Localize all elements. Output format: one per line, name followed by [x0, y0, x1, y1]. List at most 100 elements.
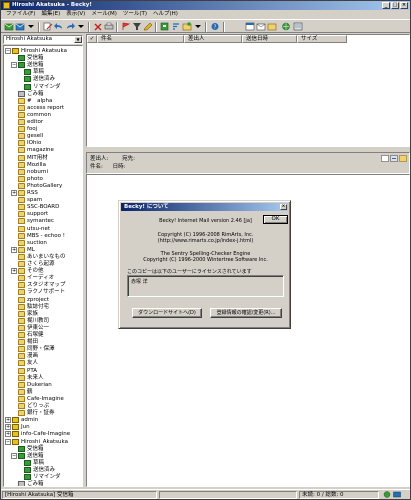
mailbox-icon — [24, 466, 31, 473]
mailbox-icon — [24, 459, 31, 466]
folder-icon — [18, 175, 25, 182]
column-header-subject[interactable]: 件名 — [97, 35, 184, 43]
flag-icon[interactable] — [121, 22, 131, 31]
send-receive-icon[interactable] — [15, 22, 25, 31]
forward-icon[interactable] — [65, 22, 75, 31]
html-view-icon[interactable] — [390, 155, 398, 162]
filter-icon[interactable] — [132, 22, 142, 31]
collapse-icon[interactable]: − — [11, 62, 17, 69]
menu-mail[interactable]: メール(M) — [88, 10, 120, 19]
folder-icon — [18, 403, 25, 409]
download-site-button[interactable]: ダウンロードサイトへ(D) — [132, 308, 202, 318]
folder-icon[interactable] — [267, 22, 277, 31]
folder-icon — [18, 275, 25, 282]
reply-icon[interactable] — [54, 22, 64, 31]
dialog-close-button[interactable]: × — [280, 204, 287, 210]
title-bar[interactable]: Hiroshi Akatsuka - Becky! _ □ × — [1, 1, 410, 10]
folder-icon — [18, 239, 25, 246]
status-mail-icon[interactable] — [393, 491, 401, 498]
menu-view[interactable]: 表示(V) — [63, 10, 88, 19]
column-header-size[interactable]: サイズ — [297, 35, 347, 43]
collapse-icon[interactable]: − — [11, 452, 17, 459]
expand-icon[interactable]: + — [11, 190, 17, 196]
layout-mail-icon[interactable] — [256, 22, 266, 31]
menu-edit[interactable]: 編集(E) — [38, 10, 63, 19]
folder-options-icon[interactable] — [182, 22, 192, 31]
folder-icon — [18, 161, 25, 168]
mailbox-icon — [18, 55, 25, 62]
check-mail-icon[interactable] — [4, 22, 14, 31]
mailbox-icon — [24, 474, 31, 480]
compose-icon[interactable] — [43, 22, 53, 31]
toolbar-separator — [155, 22, 157, 32]
folder-icon — [18, 367, 25, 374]
close-button[interactable]: × — [400, 2, 408, 9]
delete-icon[interactable] — [93, 22, 103, 31]
folder-icon — [18, 395, 25, 402]
sort-icon[interactable] — [171, 22, 181, 31]
folder-icon — [18, 261, 25, 267]
folder-icon — [18, 232, 25, 239]
folder-selector[interactable]: Hiroshi Akatsuka ▼ — [3, 35, 83, 44]
toolbar-separator — [116, 22, 118, 32]
preview-to-label: 宛先: — [122, 156, 135, 162]
menu-tools[interactable]: ツール(T) — [120, 10, 150, 19]
main-window: Hiroshi Akatsuka - Becky! _ □ × ファイル(F) … — [0, 0, 411, 500]
account-icon — [12, 438, 19, 445]
status-bar: [Hiroshi Akatsuka] 受信箱 未読: 0 / 総数: 0 — [1, 489, 410, 499]
expand-icon[interactable]: + — [5, 417, 11, 424]
message-list[interactable]: ✓ 件名 差出人 送信日時 サイズ — [86, 34, 410, 147]
account-icon — [12, 48, 19, 54]
about-dialog-titlebar[interactable]: Becky! について × — [121, 203, 288, 211]
expand-icon[interactable]: + — [5, 431, 11, 438]
folder-icon — [18, 374, 25, 381]
toolbar-separator — [88, 22, 90, 32]
mailbox-icon — [24, 76, 31, 83]
tree-item[interactable]: ごみ箱 — [11, 480, 44, 486]
folder-icon — [18, 282, 25, 289]
collapse-icon[interactable]: − — [5, 48, 11, 54]
menu-bar: ファイル(F) 編集(E) 表示(V) メール(M) ツール(T) ヘルプ(H) — [1, 10, 410, 19]
layout-list-icon[interactable] — [245, 22, 255, 31]
column-header-date[interactable]: 送信日時 — [242, 35, 297, 43]
maximize-button[interactable]: □ — [391, 2, 399, 9]
collapse-icon[interactable]: − — [5, 438, 11, 445]
address-book-icon[interactable] — [160, 22, 170, 31]
online-status-icon[interactable] — [383, 491, 391, 498]
trash-icon — [18, 90, 25, 97]
pencil-icon[interactable] — [143, 22, 153, 31]
print-icon[interactable] — [104, 22, 114, 31]
header-view-icon[interactable] — [381, 155, 389, 162]
expand-icon[interactable]: + — [11, 246, 17, 253]
folder-icon — [18, 133, 25, 140]
help-icon[interactable]: ? — [210, 22, 220, 31]
folder-icon — [18, 246, 25, 253]
licensee-field: 赤塚 洋 — [127, 275, 284, 297]
remote-icon[interactable] — [281, 22, 291, 31]
dropdown-arrow-icon[interactable] — [193, 22, 203, 31]
column-header-sender[interactable]: 差出人 — [184, 35, 242, 43]
minimize-button[interactable]: _ — [382, 2, 390, 9]
dropdown-arrow-icon[interactable] — [26, 22, 36, 31]
source-view-icon[interactable] — [399, 155, 407, 162]
column-header-check[interactable]: ✓ — [87, 35, 97, 43]
toolbar: ? — [1, 19, 410, 33]
expand-icon[interactable]: + — [5, 424, 11, 431]
expand-icon[interactable]: + — [11, 268, 17, 275]
chevron-down-icon[interactable]: ▼ — [74, 36, 82, 43]
menu-file[interactable]: ファイル(F) — [3, 10, 38, 19]
toolbar-separator — [223, 22, 225, 32]
registration-button[interactable]: 登録情報の確認/変更(R)... — [210, 308, 282, 318]
folder-tree[interactable]: − Hiroshi Akatsuka 受信箱 − 送信箱 草稿 送信済み リマインダ ごみ箱 # … — [3, 45, 83, 487]
svg-text:?: ? — [214, 24, 217, 30]
dropdown-arrow-icon[interactable] — [76, 22, 86, 31]
menu-help[interactable]: ヘルプ(H) — [150, 10, 181, 19]
folder-selector-value: Hiroshi Akatsuka — [6, 36, 52, 42]
tasks-icon[interactable] — [293, 22, 303, 31]
folder-icon — [18, 346, 25, 353]
folder-icon — [18, 111, 25, 118]
folder-icon — [18, 310, 25, 317]
folder-icon — [18, 388, 25, 395]
status-blank — [159, 491, 297, 499]
account-icon — [12, 417, 19, 424]
